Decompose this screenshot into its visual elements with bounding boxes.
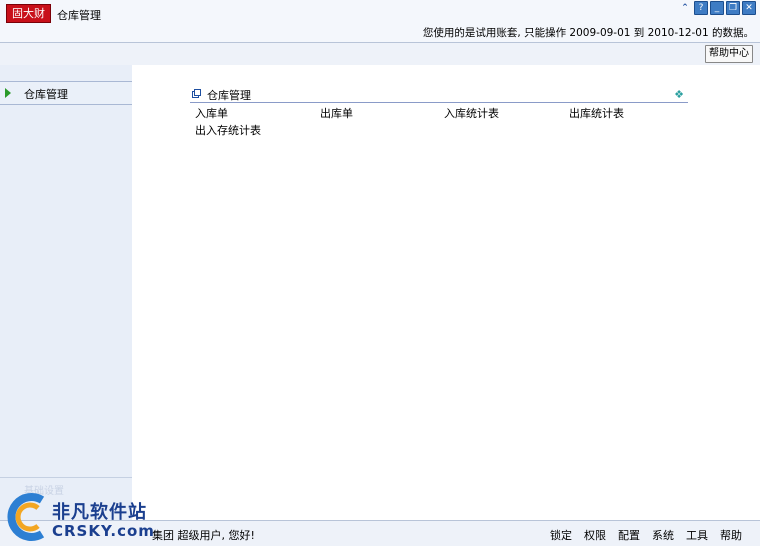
top-bar: 固大财 仓库管理 ⌃ ? _ ❐ ✕ 您使用的是试用账套, 只能操作 2009-… [0, 0, 760, 42]
panel-header: 仓库管理 ❖ [190, 87, 688, 103]
watermark-domain: CRSKY.com [52, 522, 155, 540]
bottom-menu: 锁定 权限 配置 系统 工具 帮助 [550, 527, 742, 543]
minimize-icon[interactable]: _ [710, 1, 724, 15]
help-center-button[interactable]: 帮助中心 [705, 45, 753, 63]
link-inbound-order[interactable]: 入库单 [195, 105, 228, 121]
trial-notice: 您使用的是试用账套, 只能操作 2009-09-01 到 2010-12-01 … [422, 27, 754, 39]
watermark: 非凡软件站 CRSKY.com [0, 480, 160, 545]
app-logo: 固大财 [6, 4, 51, 23]
watermark-text: 非凡软件站 [52, 502, 147, 523]
collapse-icon[interactable]: ⌃ [678, 1, 692, 15]
sidebar-item-warehouse[interactable]: 仓库管理 [0, 81, 132, 105]
sub-toolbar: 帮助中心 [0, 42, 760, 66]
menu-tools[interactable]: 工具 [686, 527, 708, 543]
window-icon [192, 89, 201, 98]
link-inventory-stats[interactable]: 出入存统计表 [195, 122, 261, 138]
watermark-logo-icon [7, 493, 45, 541]
window-controls: ⌃ ? _ ❐ ✕ [678, 1, 756, 15]
menu-config[interactable]: 配置 [618, 527, 640, 543]
main-content: 仓库管理 ❖ 入库单 出库单 入库统计表 出库统计表 出入存统计表 [132, 65, 760, 520]
menu-help[interactable]: 帮助 [720, 527, 742, 543]
sidebar: 仓库管理 基础设置 [0, 65, 132, 520]
link-outbound-stats[interactable]: 出库统计表 [569, 105, 624, 121]
module-title: 仓库管理 [57, 9, 101, 22]
restore-icon[interactable]: ❐ [726, 1, 740, 15]
arrow-right-icon [5, 88, 11, 98]
menu-permissions[interactable]: 权限 [584, 527, 606, 543]
menu-lock[interactable]: 锁定 [550, 527, 572, 543]
close-icon[interactable]: ✕ [742, 1, 756, 15]
link-inbound-stats[interactable]: 入库统计表 [444, 105, 499, 121]
panel-title: 仓库管理 [207, 89, 251, 102]
user-greeting: 集团 超级用户, 您好! [152, 529, 255, 542]
link-outbound-order[interactable]: 出库单 [320, 105, 353, 121]
help-icon[interactable]: ? [694, 1, 708, 15]
expand-icon[interactable]: ❖ [674, 88, 684, 101]
menu-system[interactable]: 系统 [652, 527, 674, 543]
sidebar-item-label: 仓库管理 [24, 88, 68, 101]
